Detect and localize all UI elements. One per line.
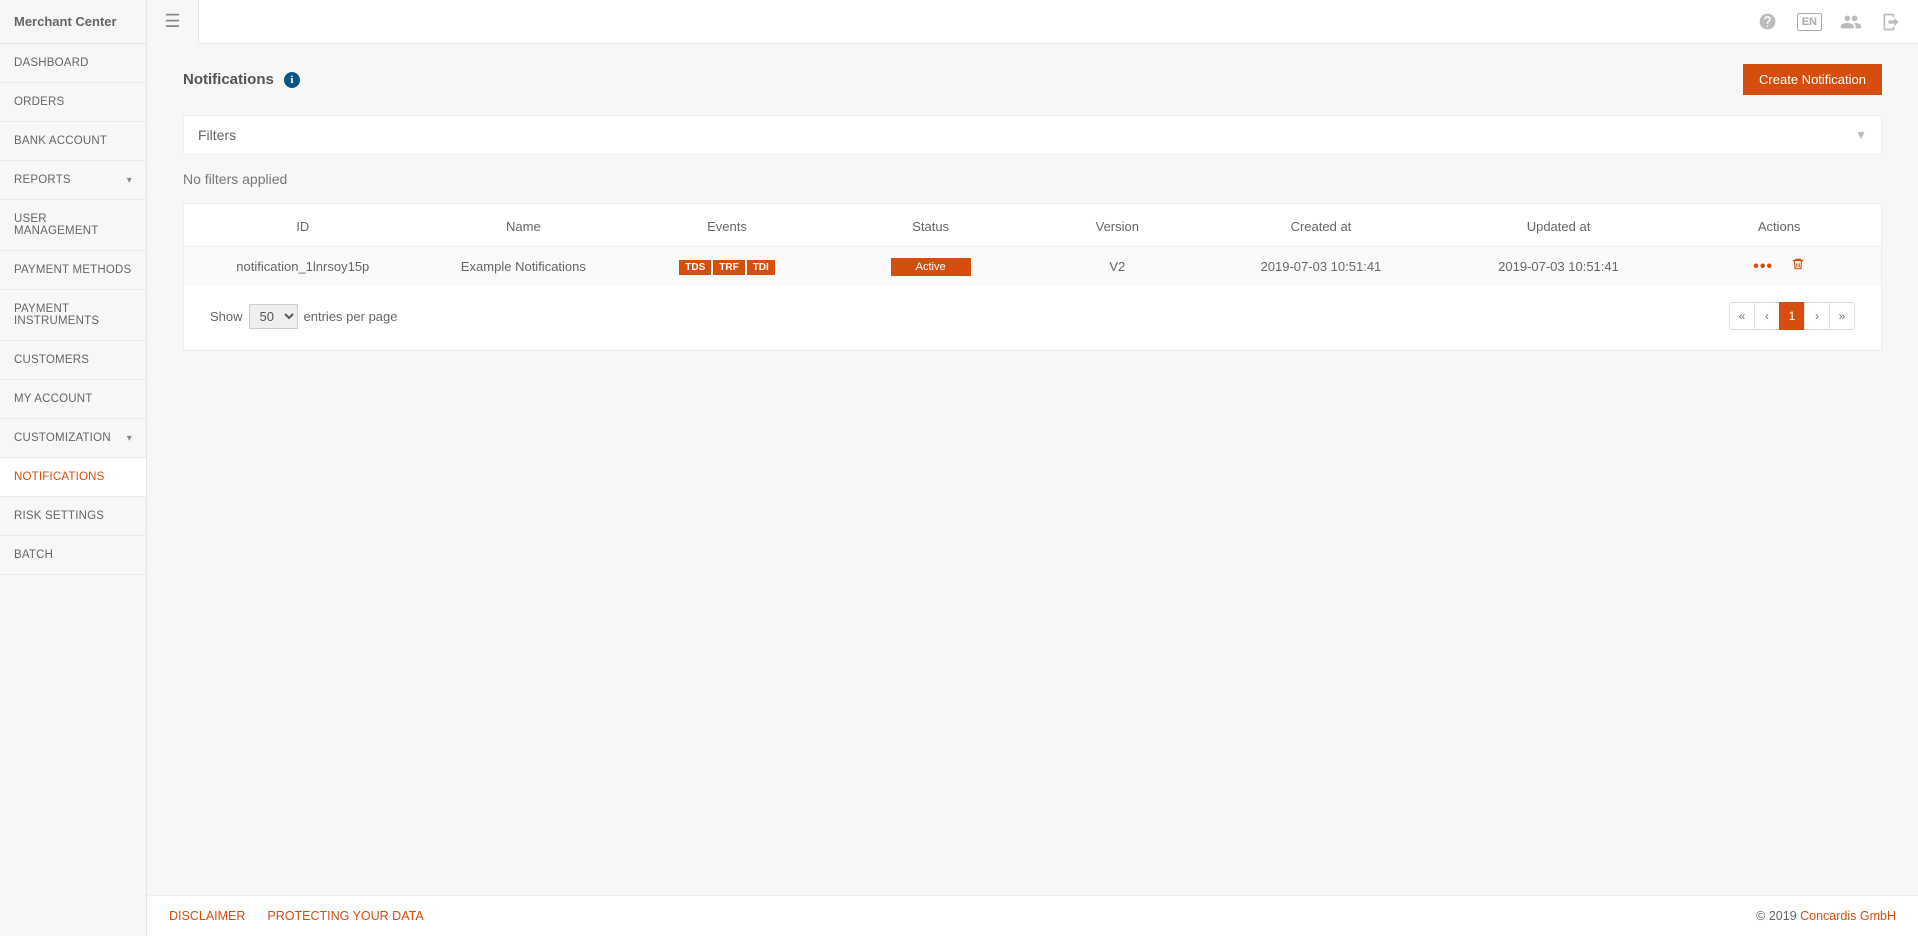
col-actions: Actions [1677, 204, 1881, 247]
trash-icon [1791, 257, 1805, 271]
topbar: ☰ EN [147, 0, 1918, 44]
chevron-down-icon: ▾ [127, 433, 132, 444]
footer-link-protecting-your-data[interactable]: PROTECTING YOUR DATA [267, 909, 423, 923]
sidebar-item-label: Payment Instruments [14, 303, 132, 327]
chevron-down-icon: ▼ [1855, 128, 1867, 142]
sidebar-item-label: Orders [14, 96, 64, 108]
users-button[interactable] [1840, 11, 1862, 33]
sidebar-item-label: Bank Account [14, 135, 107, 147]
col-events[interactable]: Events [625, 204, 829, 247]
entries-selector: Show 50 entries per page [210, 304, 397, 329]
entries-per-page-label: entries per page [304, 309, 398, 324]
notifications-table-card: ID Name Events Status Version Created at… [183, 203, 1882, 351]
table-row[interactable]: notification_1lnrsoy15pExample Notificat… [184, 247, 1881, 287]
help-button[interactable] [1757, 11, 1779, 33]
col-id[interactable]: ID [184, 204, 422, 247]
page-first[interactable]: « [1729, 302, 1755, 330]
sidebar-item-label: User Management [14, 213, 132, 237]
sidebar-item-label: Dashboard [14, 57, 89, 69]
language-button[interactable]: EN [1797, 13, 1822, 31]
sidebar-item-orders[interactable]: Orders [0, 83, 146, 122]
footer-copyright: © 2019 Concardis GmbH [1756, 909, 1896, 923]
info-icon[interactable]: i [284, 72, 300, 88]
cell-status: Active [829, 247, 1033, 287]
logout-icon [1881, 12, 1901, 32]
page-last[interactable]: » [1829, 302, 1855, 330]
sidebar-item-customers[interactable]: Customers [0, 341, 146, 380]
entries-select[interactable]: 50 [249, 304, 298, 329]
cell-name: Example Notifications [422, 247, 626, 287]
col-version[interactable]: Version [1032, 204, 1202, 247]
cell-events: TDSTRFTDI [625, 247, 829, 287]
page-title: Notifications [183, 71, 274, 88]
sidebar-item-payment-instruments[interactable]: Payment Instruments [0, 290, 146, 341]
sidebar-item-label: Notifications [14, 471, 105, 483]
sidebar-item-dashboard[interactable]: Dashboard [0, 44, 146, 83]
sidebar-item-label: Payment Methods [14, 264, 131, 276]
sidebar-item-label: Batch [14, 549, 53, 561]
sidebar-item-risk-settings[interactable]: Risk Settings [0, 497, 146, 536]
menu-toggle-button[interactable]: ☰ [147, 0, 199, 44]
event-badge: TRF [713, 260, 744, 275]
cell-id: notification_1lnrsoy15p [184, 247, 422, 287]
sidebar-item-label: Customization [14, 432, 111, 444]
sidebar-item-payment-methods[interactable]: Payment Methods [0, 251, 146, 290]
sidebar-item-bank-account[interactable]: Bank Account [0, 122, 146, 161]
sidebar-item-customization[interactable]: Customization ▾ [0, 419, 146, 458]
sidebar-nav: Dashboard Orders Bank Account Reports ▾ User … [0, 44, 146, 575]
pagination: «‹1›» [1730, 302, 1855, 330]
sidebar-item-label: Reports [14, 174, 71, 186]
entries-show-label: Show [210, 309, 243, 324]
footer: DISCLAIMER PROTECTING YOUR DATA © 2019 Co… [147, 895, 1918, 936]
sidebar-item-my-account[interactable]: My Account [0, 380, 146, 419]
col-created[interactable]: Created at [1202, 204, 1440, 247]
row-actions-button[interactable]: ••• [1753, 258, 1773, 275]
logout-button[interactable] [1880, 11, 1902, 33]
cell-created: 2019-07-03 10:51:41 [1202, 247, 1440, 287]
filters-label: Filters [198, 127, 236, 143]
event-badge: TDS [679, 260, 711, 275]
sidebar-item-batch[interactable]: Batch [0, 536, 146, 575]
no-filters-text: No filters applied [183, 171, 1882, 187]
cell-actions: ••• [1677, 247, 1881, 287]
chevron-down-icon: ▾ [127, 175, 132, 186]
app-title: Merchant Center [0, 0, 146, 44]
sidebar: Merchant Center Dashboard Orders Bank Acco… [0, 0, 147, 936]
footer-link-disclaimer[interactable]: DISCLAIMER [169, 909, 245, 923]
users-icon [1840, 11, 1862, 33]
sidebar-item-label: Risk Settings [14, 510, 104, 522]
hamburger-icon: ☰ [164, 11, 180, 32]
sidebar-item-user-management[interactable]: User Management [0, 200, 146, 251]
col-name[interactable]: Name [422, 204, 626, 247]
delete-button[interactable] [1791, 259, 1805, 274]
col-status[interactable]: Status [829, 204, 1033, 247]
cell-updated: 2019-07-03 10:51:41 [1440, 247, 1678, 287]
cell-version: V2 [1032, 247, 1202, 287]
filters-panel[interactable]: Filters ▼ [183, 115, 1882, 155]
page-prev[interactable]: ‹ [1754, 302, 1780, 330]
event-badge: TDI [747, 260, 775, 275]
sidebar-item-reports[interactable]: Reports ▾ [0, 161, 146, 200]
page-1[interactable]: 1 [1779, 302, 1805, 330]
col-updated[interactable]: Updated at [1440, 204, 1678, 247]
sidebar-item-label: My Account [14, 393, 92, 405]
help-icon [1758, 12, 1777, 31]
notifications-table: ID Name Events Status Version Created at… [184, 204, 1881, 286]
status-badge: Active [891, 258, 971, 276]
sidebar-item-notifications[interactable]: Notifications [0, 458, 146, 497]
sidebar-item-label: Customers [14, 354, 89, 366]
create-notification-button[interactable]: Create Notification [1743, 64, 1882, 95]
page-next[interactable]: › [1804, 302, 1830, 330]
